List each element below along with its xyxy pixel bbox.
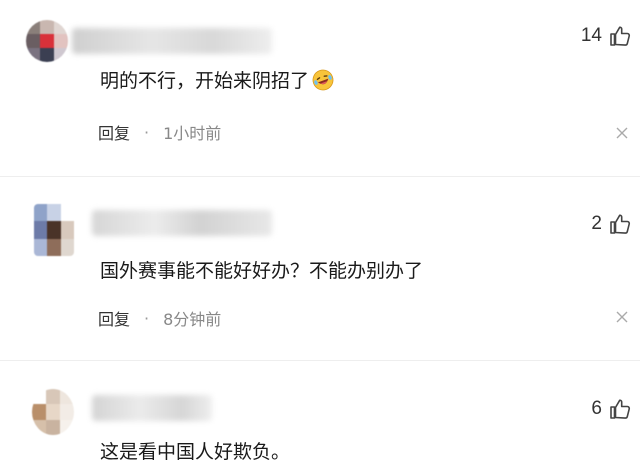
- comment-text: 这是看中国人好欺负。: [100, 437, 290, 464]
- comment-item: 2 国外赛事能不能好好办？不能办别办了 回复 · 8分钟前: [0, 190, 640, 340]
- comment-item: 6 这是看中国人好欺负。: [0, 375, 640, 465]
- comment-text: 明的不行，开始来阴招了: [100, 66, 335, 93]
- comment-time: 8分钟前: [163, 310, 222, 329]
- reply-button[interactable]: 回复: [98, 306, 130, 330]
- comment-body: 国外赛事能不能好好办？不能办别办了: [100, 260, 424, 282]
- like-button[interactable]: 14: [581, 24, 632, 48]
- comment-time: 1小时前: [163, 124, 222, 143]
- avatar[interactable]: [26, 20, 68, 62]
- like-count: 14: [580, 25, 602, 46]
- like-button[interactable]: 2: [591, 212, 632, 236]
- like-button[interactable]: 6: [591, 397, 632, 421]
- like-count: 6: [591, 398, 602, 419]
- comment-item: 14 明的不行，开始来阴招了 回复 · 1小时前: [0, 0, 640, 160]
- username-blurred[interactable]: [92, 395, 212, 421]
- reply-button[interactable]: 回复: [98, 120, 130, 144]
- username-blurred[interactable]: [72, 28, 272, 54]
- close-icon[interactable]: [616, 127, 628, 139]
- username-blurred[interactable]: [92, 210, 272, 236]
- thumb-up-icon: [610, 399, 631, 419]
- meta-separator: ·: [144, 308, 150, 328]
- comment-body: 明的不行，开始来阴招了: [100, 70, 310, 92]
- divider: [0, 360, 640, 361]
- divider: [0, 176, 640, 177]
- meta-separator: ·: [144, 122, 150, 142]
- close-icon[interactable]: [616, 311, 628, 323]
- avatar[interactable]: [32, 389, 74, 435]
- comment-text: 国外赛事能不能好好办？不能办别办了: [100, 256, 423, 283]
- like-count: 2: [591, 213, 602, 234]
- comment-meta: 回复 · 1小时前: [98, 120, 221, 144]
- comment-meta: 回复 · 8分钟前: [98, 306, 221, 330]
- thumb-up-icon: [610, 26, 631, 46]
- thumb-up-icon: [610, 214, 631, 234]
- comment-body: 这是看中国人好欺负。: [100, 441, 291, 463]
- laughing-crying-emoji-icon: [312, 69, 334, 90]
- avatar[interactable]: [34, 204, 74, 256]
